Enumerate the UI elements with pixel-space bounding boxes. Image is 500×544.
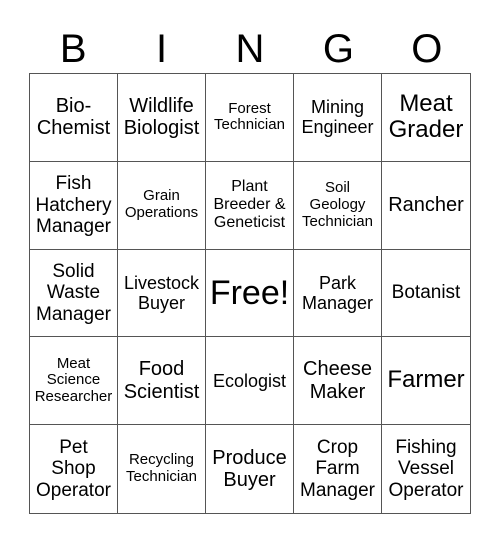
bingo-cell[interactable]: Ecologist (206, 337, 294, 426)
bingo-cell[interactable]: Soil Geology Technician (294, 161, 382, 250)
bingo-cell[interactable]: Produce Buyer (206, 425, 294, 513)
header-letter-n: N (235, 27, 265, 71)
bingo-cell[interactable]: Forest Technician (206, 74, 294, 162)
bingo-cell[interactable]: Food Scientist (118, 337, 206, 426)
bingo-cell[interactable]: Rancher (382, 162, 470, 250)
bingo-cell[interactable]: Meat Science Researcher (30, 337, 118, 426)
bingo-cell[interactable]: Pet Shop Operator (30, 425, 118, 513)
header-letter-g: G (322, 27, 354, 71)
bingo-cell[interactable]: Meat Grader (382, 74, 470, 162)
bingo-cell[interactable]: Fishing Vessel Operator (382, 425, 470, 513)
bingo-cell[interactable]: Bio- Chemist (30, 74, 118, 162)
header-letter-i: I (156, 27, 168, 71)
bingo-cell[interactable]: Plant Breeder & Geneticist (206, 161, 294, 250)
bingo-cell[interactable]: Livestock Buyer (118, 249, 206, 338)
bingo-cell[interactable]: Grain Operations (118, 161, 206, 250)
bingo-cell[interactable]: Crop Farm Manager (294, 425, 382, 513)
bingo-cell[interactable]: Mining Engineer (294, 74, 382, 162)
bingo-cell[interactable]: Solid Waste Manager (30, 249, 118, 338)
bingo-cell[interactable]: Farmer (382, 337, 470, 426)
bingo-cell[interactable]: Wildlife Biologist (118, 74, 206, 162)
header-letter-o: O (411, 27, 443, 71)
bingo-cell[interactable]: Cheese Maker (294, 337, 382, 426)
bingo-grid: Bio- Chemist Wildlife Biologist Forest Tech… (29, 73, 471, 514)
bingo-cell[interactable]: Park Manager (294, 249, 382, 338)
bingo-cell[interactable]: Recycling Technician (118, 425, 206, 513)
header-letter-b: B (59, 27, 87, 71)
free-space-cell[interactable]: Free! (206, 249, 294, 338)
bingo-cell[interactable]: Fish Hatchery Manager (30, 161, 118, 250)
bingo-cell[interactable]: Botanist (382, 250, 470, 338)
bingo-header: B I N G O (29, 24, 471, 74)
